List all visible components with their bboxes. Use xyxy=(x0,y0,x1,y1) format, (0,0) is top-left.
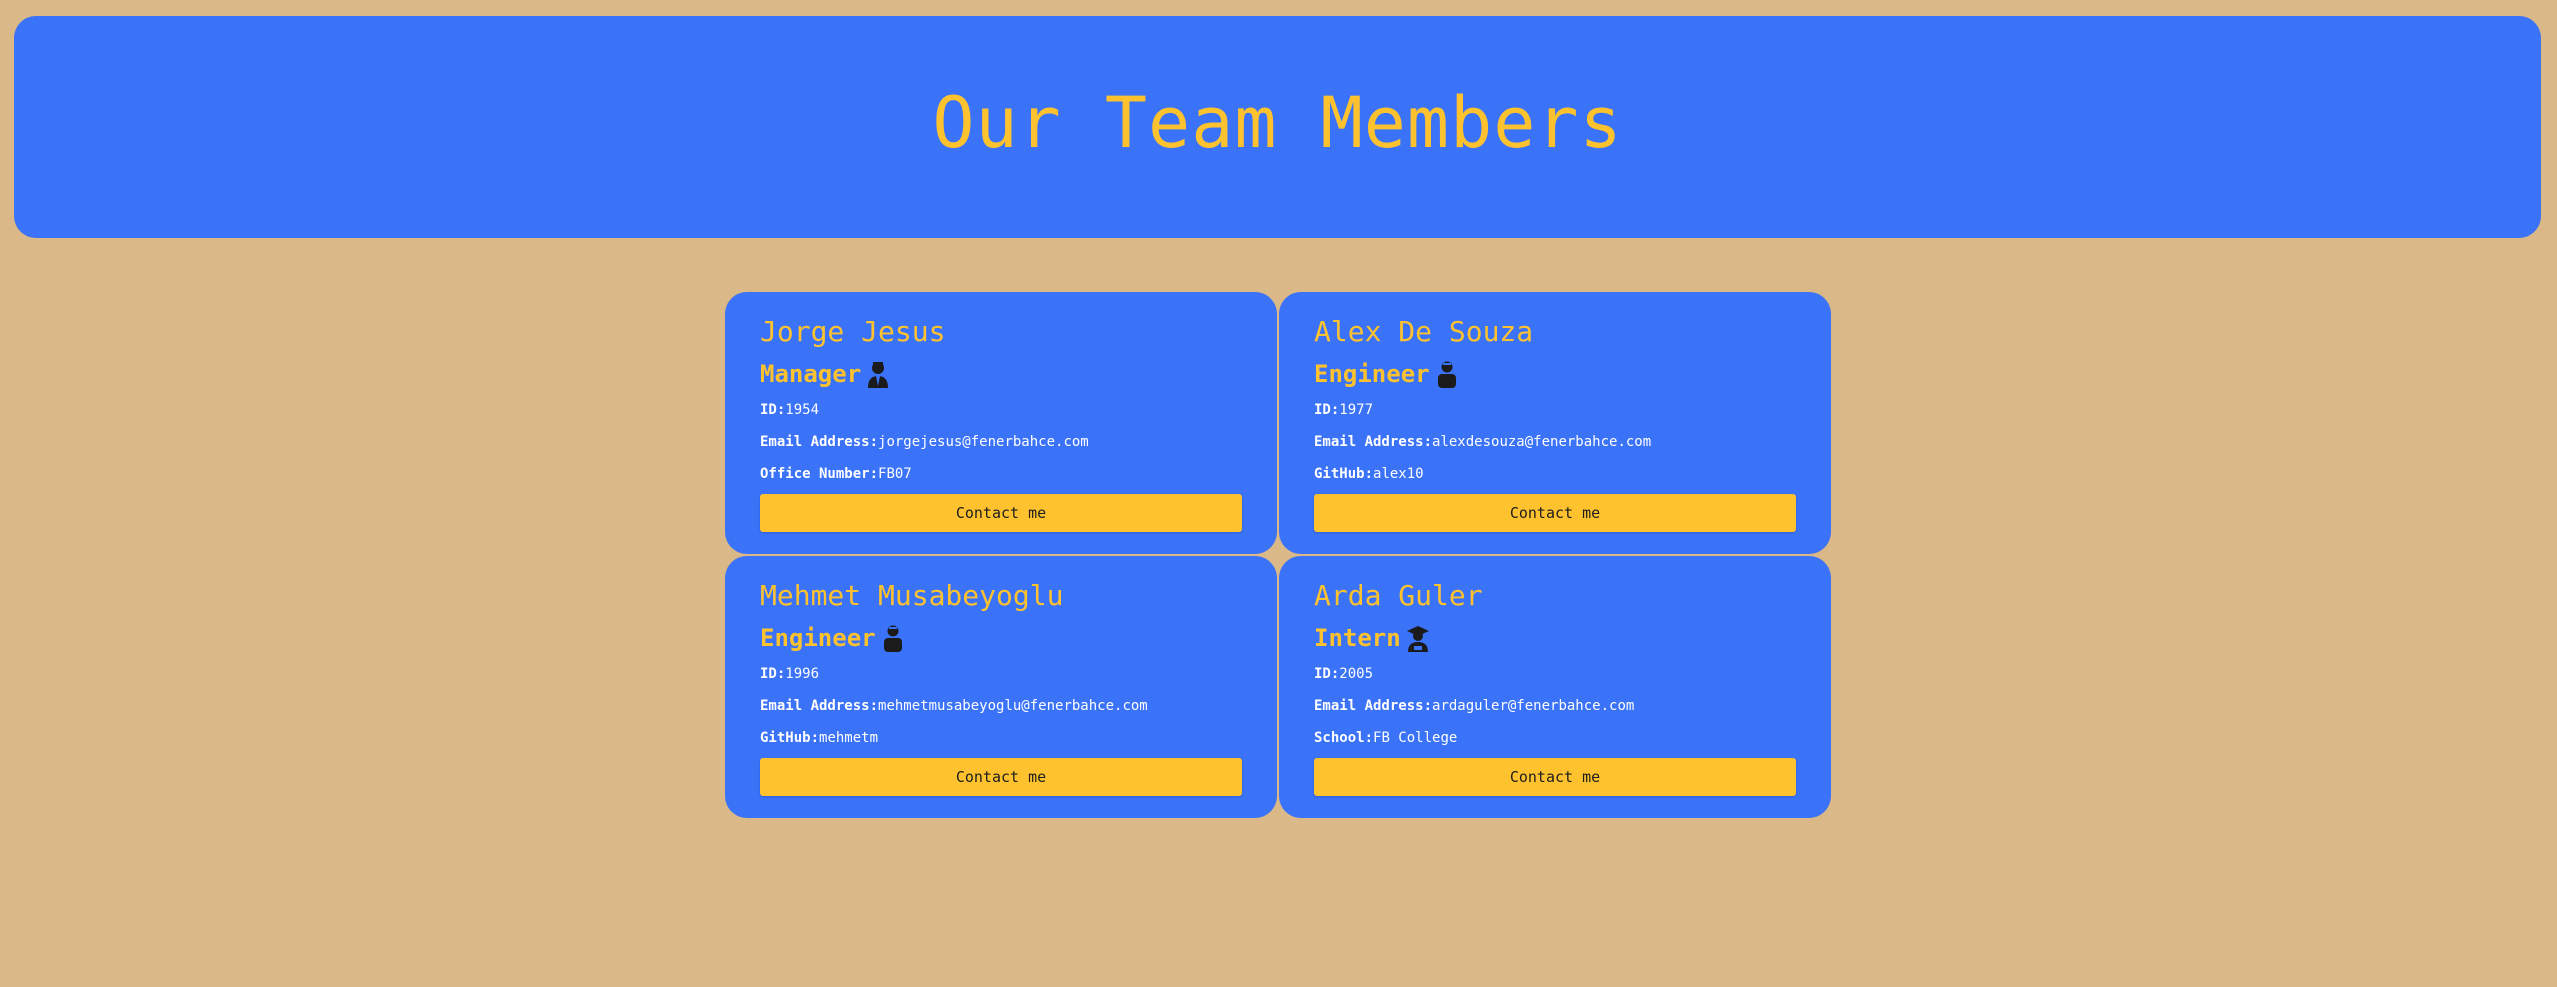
member-role: Intern xyxy=(1314,618,1796,658)
id-label: ID: xyxy=(1314,666,1340,682)
email-value: jorgejesus@fenerbahce.com xyxy=(878,434,1089,450)
member-id-row: ID:1954 xyxy=(760,394,1242,426)
role-label: Engineer xyxy=(1314,360,1430,388)
manager-icon xyxy=(868,362,889,388)
member-id-row: ID:2005 xyxy=(1314,658,1796,690)
member-name: Jorge Jesus xyxy=(760,315,946,348)
contact-button[interactable]: Contact me xyxy=(760,758,1242,796)
id-value: 1996 xyxy=(785,666,820,682)
id-value: 2005 xyxy=(1339,666,1374,682)
email-value: ardaguler@fenerbahce.com xyxy=(1432,698,1635,714)
github-value: mehmetm xyxy=(819,730,879,746)
email-label: Email Address: xyxy=(1314,434,1433,450)
team-member-card: Arda Guler Intern ID:2005 Email Address:… xyxy=(1279,556,1831,818)
role-label: Manager xyxy=(760,360,862,388)
member-name: Arda Guler xyxy=(1314,579,1483,612)
role-label: Intern xyxy=(1314,624,1401,652)
page-title: Our Team Members xyxy=(932,82,1623,164)
contact-button[interactable]: Contact me xyxy=(1314,758,1796,796)
engineer-icon xyxy=(883,625,902,652)
member-id-row: ID:1977 xyxy=(1314,394,1796,426)
office-label: Office Number: xyxy=(760,466,879,482)
id-value: 1954 xyxy=(785,402,820,418)
github-label: GitHub: xyxy=(760,730,820,746)
id-label: ID: xyxy=(1314,402,1340,418)
email-label: Email Address: xyxy=(760,434,879,450)
member-office-row: Office Number:FB07 xyxy=(760,458,1242,490)
intern-icon xyxy=(1406,626,1429,652)
school-value: FB College xyxy=(1373,730,1458,746)
member-id-row: ID:1996 xyxy=(760,658,1242,690)
member-github-row: GitHub:mehmetm xyxy=(760,722,1242,754)
contact-button[interactable]: Contact me xyxy=(1314,494,1796,532)
role-label: Engineer xyxy=(760,624,876,652)
member-name: Alex De Souza xyxy=(1314,315,1534,348)
member-school-row: School:FB College xyxy=(1314,722,1796,754)
github-value: alex10 xyxy=(1373,466,1424,482)
id-label: ID: xyxy=(760,402,786,418)
team-member-card: Jorge Jesus Manager ID:1954 Email Addres… xyxy=(725,292,1277,554)
email-value: mehmetmusabeyoglu@fenerbahce.com xyxy=(878,698,1148,714)
member-email-row: Email Address:mehmetmusabeyoglu@fenerbah… xyxy=(760,690,1242,722)
id-label: ID: xyxy=(760,666,786,682)
contact-button[interactable]: Contact me xyxy=(760,494,1242,532)
member-role: Engineer xyxy=(760,618,1242,658)
team-grid: Jorge Jesus Manager ID:1954 Email Addres… xyxy=(725,292,1831,818)
member-email-row: Email Address:alexdesouza@fenerbahce.com xyxy=(1314,426,1796,458)
team-member-card: Mehmet Musabeyoglu Engineer ID:1996 Emai… xyxy=(725,556,1277,818)
email-label: Email Address: xyxy=(760,698,879,714)
school-label: School: xyxy=(1314,730,1374,746)
member-email-row: Email Address:jorgejesus@fenerbahce.com xyxy=(760,426,1242,458)
page-header: Our Team Members xyxy=(14,16,2541,238)
member-role: Engineer xyxy=(1314,354,1796,394)
member-name: Mehmet Musabeyoglu xyxy=(760,579,1064,612)
email-value: alexdesouza@fenerbahce.com xyxy=(1432,434,1652,450)
engineer-icon xyxy=(1437,361,1456,388)
office-value: FB07 xyxy=(878,466,912,482)
member-email-row: Email Address:ardaguler@fenerbahce.com xyxy=(1314,690,1796,722)
id-value: 1977 xyxy=(1339,402,1374,418)
email-label: Email Address: xyxy=(1314,698,1433,714)
member-github-row: GitHub:alex10 xyxy=(1314,458,1796,490)
member-role: Manager xyxy=(760,354,1242,394)
github-label: GitHub: xyxy=(1314,466,1374,482)
team-member-card: Alex De Souza Engineer ID:1977 Email Add… xyxy=(1279,292,1831,554)
